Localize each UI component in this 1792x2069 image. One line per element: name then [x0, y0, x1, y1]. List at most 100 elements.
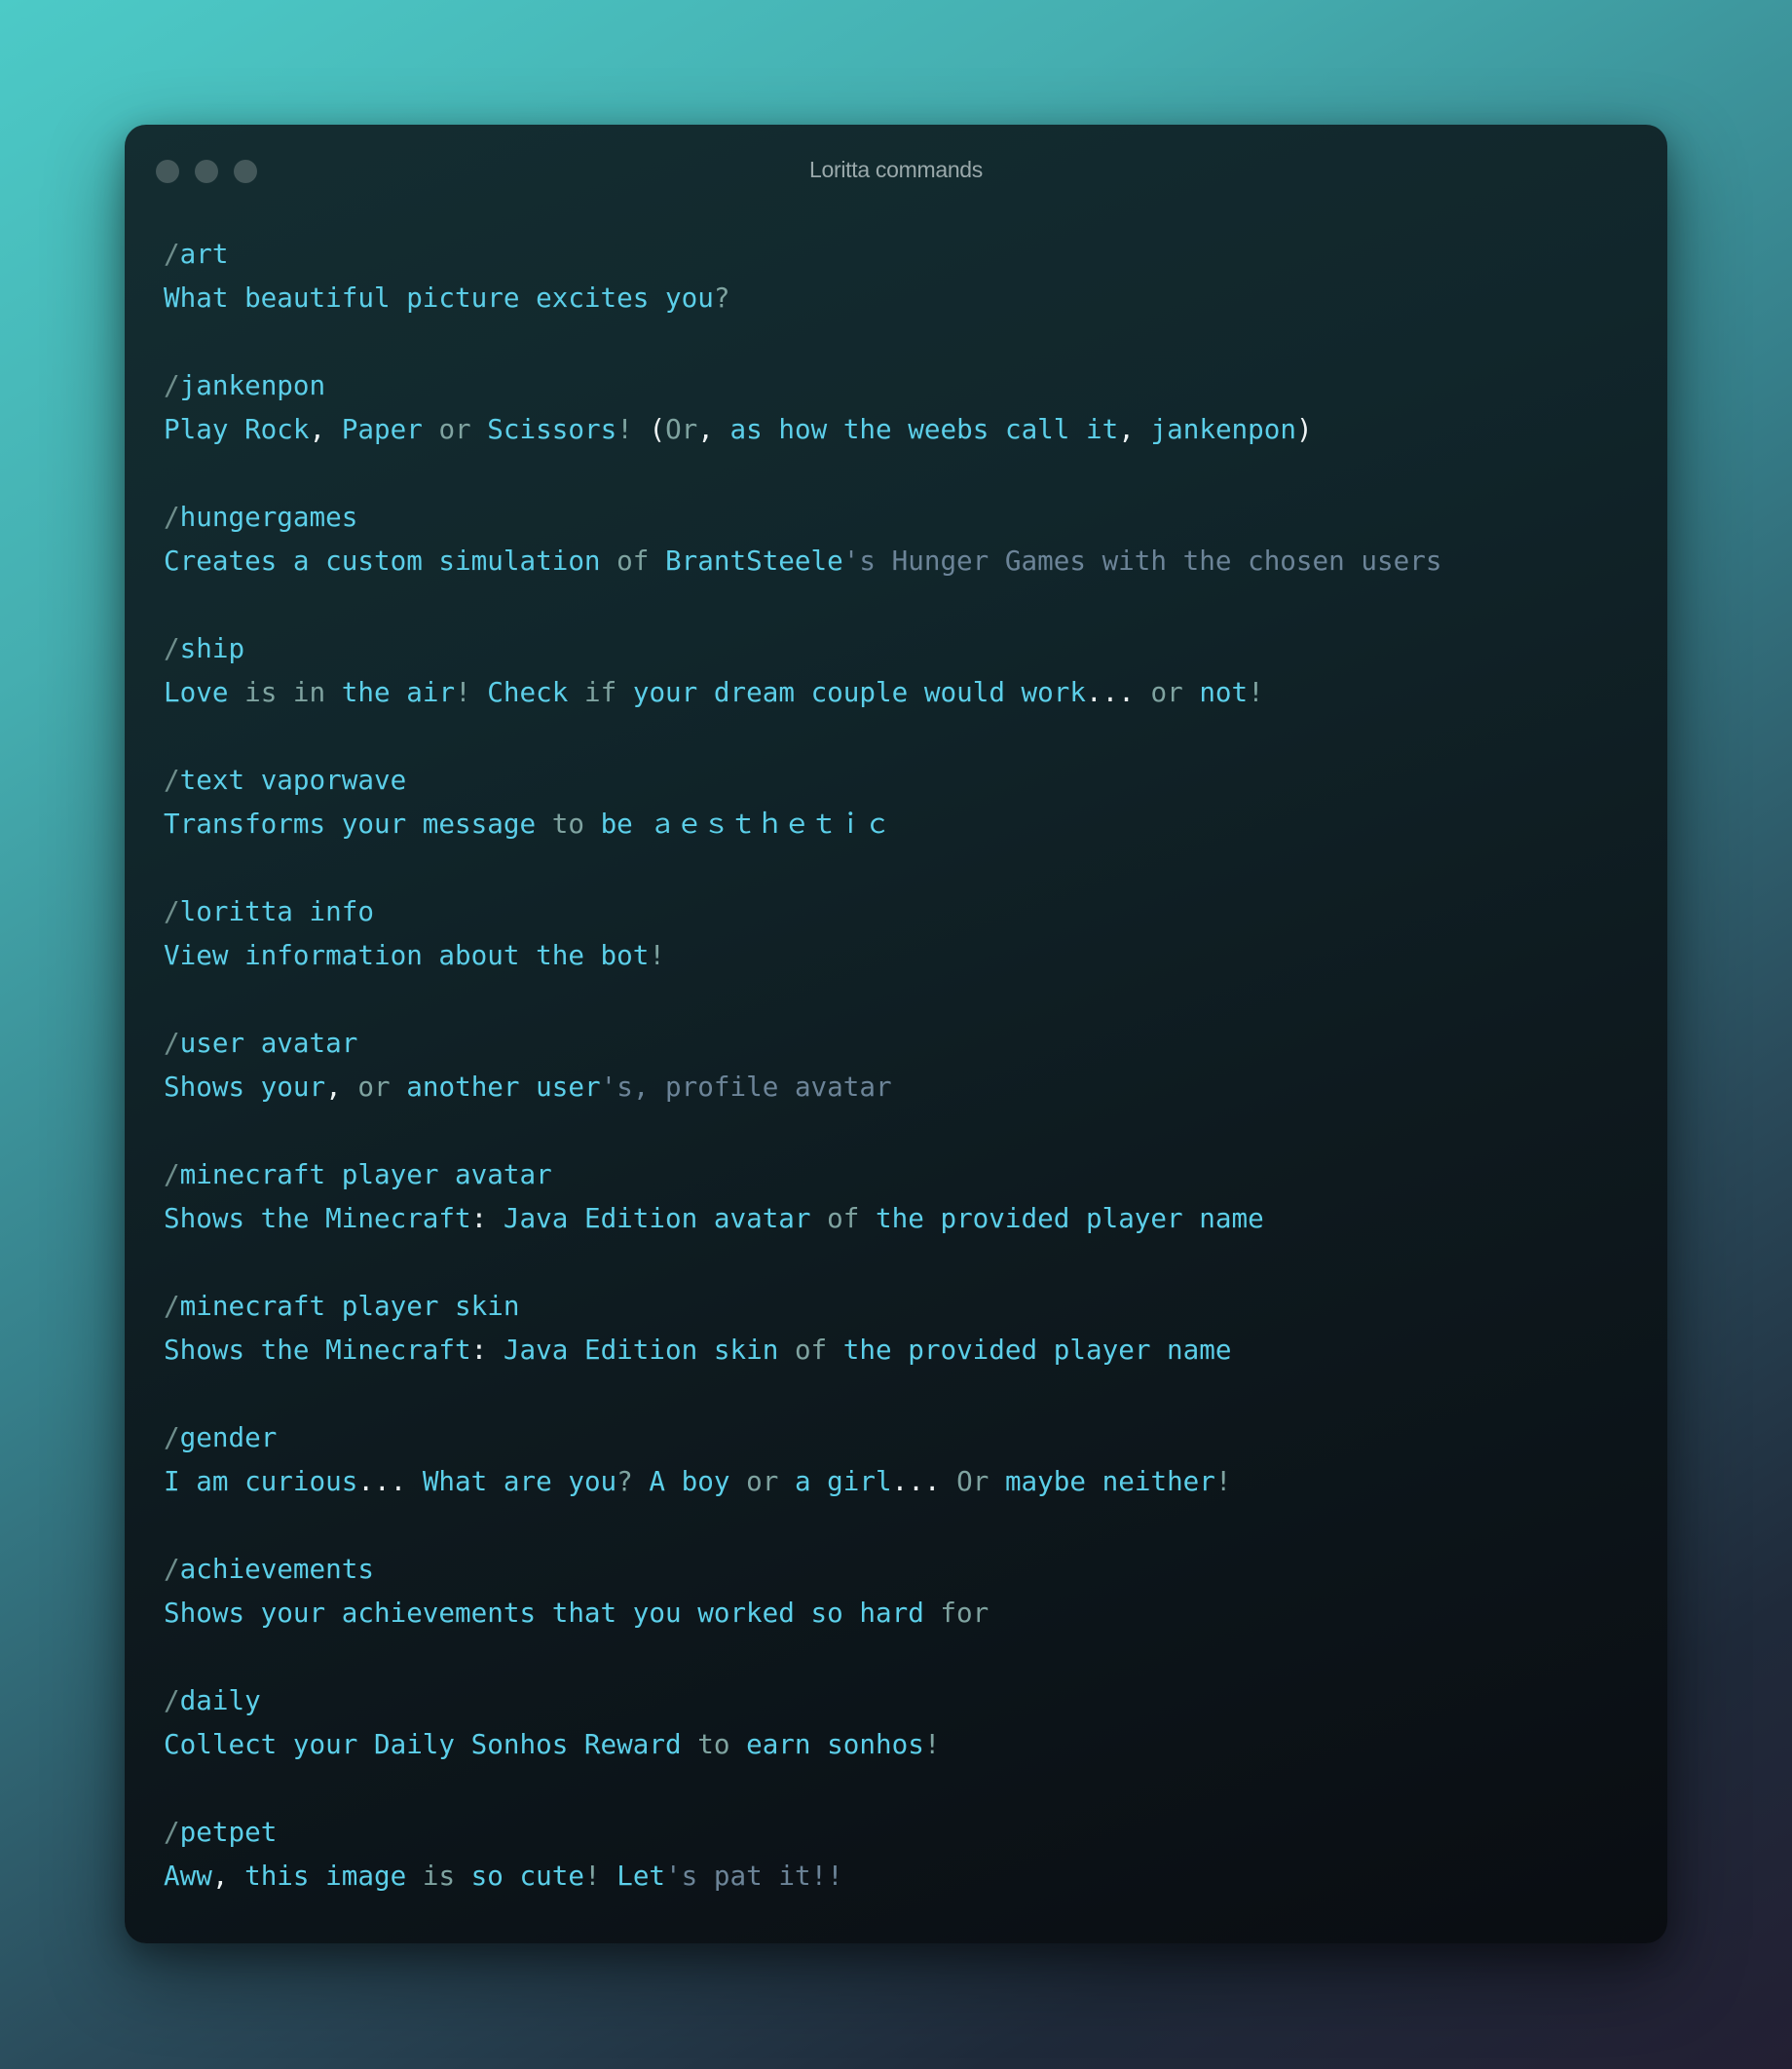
command-description: View information about the bot! — [164, 933, 1628, 977]
command-description: Aww, this image is so cute! Let's pat it… — [164, 1854, 1628, 1898]
text-token: the provided player name — [859, 1202, 1264, 1234]
command-entry: /user avatar Shows your, or another user'… — [164, 1021, 1628, 1109]
command-name: jankenpon — [179, 369, 326, 401]
command-line: /daily — [164, 1678, 1628, 1722]
command-description: Shows the Minecraft: Java Edition skin o… — [164, 1328, 1628, 1372]
keyword-token: ! — [649, 939, 666, 971]
punctuation-token: ... — [357, 1465, 407, 1497]
keyword-token: ? — [616, 1465, 633, 1497]
command-entry: /minecraft player skin Shows the Minecraf… — [164, 1284, 1628, 1372]
text-token: the air — [325, 676, 456, 708]
command-entry: /loritta info View information about the … — [164, 889, 1628, 977]
punctuation-token: , — [1118, 413, 1135, 445]
command-line: /art — [164, 232, 1628, 276]
text-token: Creates a custom simulation — [164, 545, 617, 577]
text-token: Transforms your message — [164, 808, 552, 840]
punctuation-token: , — [309, 413, 326, 445]
keyword-token: ! — [1214, 1465, 1232, 1497]
command-description: Love is in the air! Check if your dream … — [164, 670, 1628, 714]
text-token: Scissors — [470, 413, 617, 445]
text-token: Shows your achievements that you worked … — [164, 1597, 941, 1629]
command-entry: /jankenpon Play Rock, Paper or Scissors! … — [164, 363, 1628, 451]
keyword-token: or — [357, 1071, 391, 1103]
keyword-token: of — [794, 1334, 828, 1366]
command-entry: /minecraft player avatar Shows the Minecr… — [164, 1152, 1628, 1240]
command-description: Play Rock, Paper or Scissors! (Or, as ho… — [164, 407, 1628, 451]
command-name: text vaporwave — [179, 764, 407, 796]
command-description: Transforms your message to be ａｅｓｔｈｅｔｉｃ — [164, 802, 1628, 846]
keyword-token: Or — [665, 413, 698, 445]
command-entry: /ship Love is in the air! Check if your d… — [164, 626, 1628, 714]
command-name: loritta info — [179, 895, 374, 927]
text-token: be ａｅｓｔｈｅｔｉｃ — [583, 808, 891, 840]
command-slash: / — [164, 1158, 180, 1190]
command-name: daily — [179, 1684, 261, 1716]
command-slash: / — [164, 238, 180, 270]
command-entry: /hungergames Creates a custom simulation … — [164, 495, 1628, 583]
command-slash: / — [164, 1421, 180, 1453]
command-entry: /gender I am curious... What are you? A b… — [164, 1415, 1628, 1503]
keyword-token: ! — [583, 1860, 601, 1892]
keyword-token: is — [422, 1860, 456, 1892]
text-token: Let — [600, 1860, 666, 1892]
text-token: Play Rock — [164, 413, 310, 445]
keyword-token: or — [438, 413, 471, 445]
text-token: Shows the Minecraft — [164, 1334, 471, 1366]
text-token: another user — [390, 1071, 601, 1103]
command-line: /minecraft player avatar — [164, 1152, 1628, 1196]
text-token: earn sonhos — [729, 1728, 924, 1760]
command-line: /user avatar — [164, 1021, 1628, 1065]
command-name: achievements — [179, 1553, 374, 1585]
text-token: Check — [470, 676, 584, 708]
text-token: a girl — [778, 1465, 892, 1497]
text-token: Java Edition avatar — [487, 1202, 828, 1234]
punctuation-token: ( — [649, 413, 666, 445]
command-slash: / — [164, 369, 180, 401]
punctuation-token: , — [697, 413, 714, 445]
text-token: I am curious — [164, 1465, 358, 1497]
punctuation-token: : — [470, 1334, 488, 1366]
command-description: Creates a custom simulation of BrantStee… — [164, 539, 1628, 583]
text-token: A boy — [632, 1465, 747, 1497]
keyword-token: ! — [923, 1728, 941, 1760]
command-line: /achievements — [164, 1547, 1628, 1591]
terminal-window: Loritta commands /art What beautiful pict… — [125, 125, 1667, 1943]
command-line: /text vaporwave — [164, 758, 1628, 802]
keyword-token: or — [746, 1465, 779, 1497]
punctuation-token: : — [470, 1202, 488, 1234]
text-token: Shows your — [164, 1071, 326, 1103]
command-entry: /achievements Shows your achievements tha… — [164, 1547, 1628, 1635]
command-slash: / — [164, 501, 180, 533]
keyword-token: ! — [1248, 676, 1264, 708]
text-token: Collect your Daily Sonhos Reward — [164, 1728, 698, 1760]
keyword-token: to — [697, 1728, 730, 1760]
command-slash: / — [164, 1290, 180, 1322]
text-token: as how the weebs call it — [713, 413, 1119, 445]
keyword-token: to — [551, 808, 584, 840]
punctuation-token: ... — [891, 1465, 941, 1497]
text-token: What are you — [406, 1465, 617, 1497]
text-token: maybe neither — [989, 1465, 1215, 1497]
command-name: petpet — [179, 1816, 278, 1848]
string-token: 's pat it!! — [665, 1860, 843, 1892]
title-bar: Loritta commands — [125, 125, 1667, 218]
punctuation-token: ... — [1086, 676, 1135, 708]
command-line: /hungergames — [164, 495, 1628, 539]
text-token: What beautiful picture excites you — [164, 282, 714, 314]
keyword-token: or — [1150, 676, 1183, 708]
text-token: BrantSteele — [649, 545, 843, 577]
command-entry: /art What beautiful picture excites you? — [164, 232, 1628, 320]
keyword-token: ? — [713, 282, 730, 314]
command-line: /minecraft player skin — [164, 1284, 1628, 1328]
text-token: Love — [164, 676, 245, 708]
command-line: /loritta info — [164, 889, 1628, 933]
keyword-token: is in — [244, 676, 326, 708]
command-list: /art What beautiful picture excites you? /… — [164, 232, 1628, 1941]
command-slash: / — [164, 1553, 180, 1585]
window-title: Loritta commands — [809, 157, 983, 182]
command-name: art — [179, 238, 229, 270]
command-description: I am curious... What are you? A boy or a… — [164, 1459, 1628, 1503]
